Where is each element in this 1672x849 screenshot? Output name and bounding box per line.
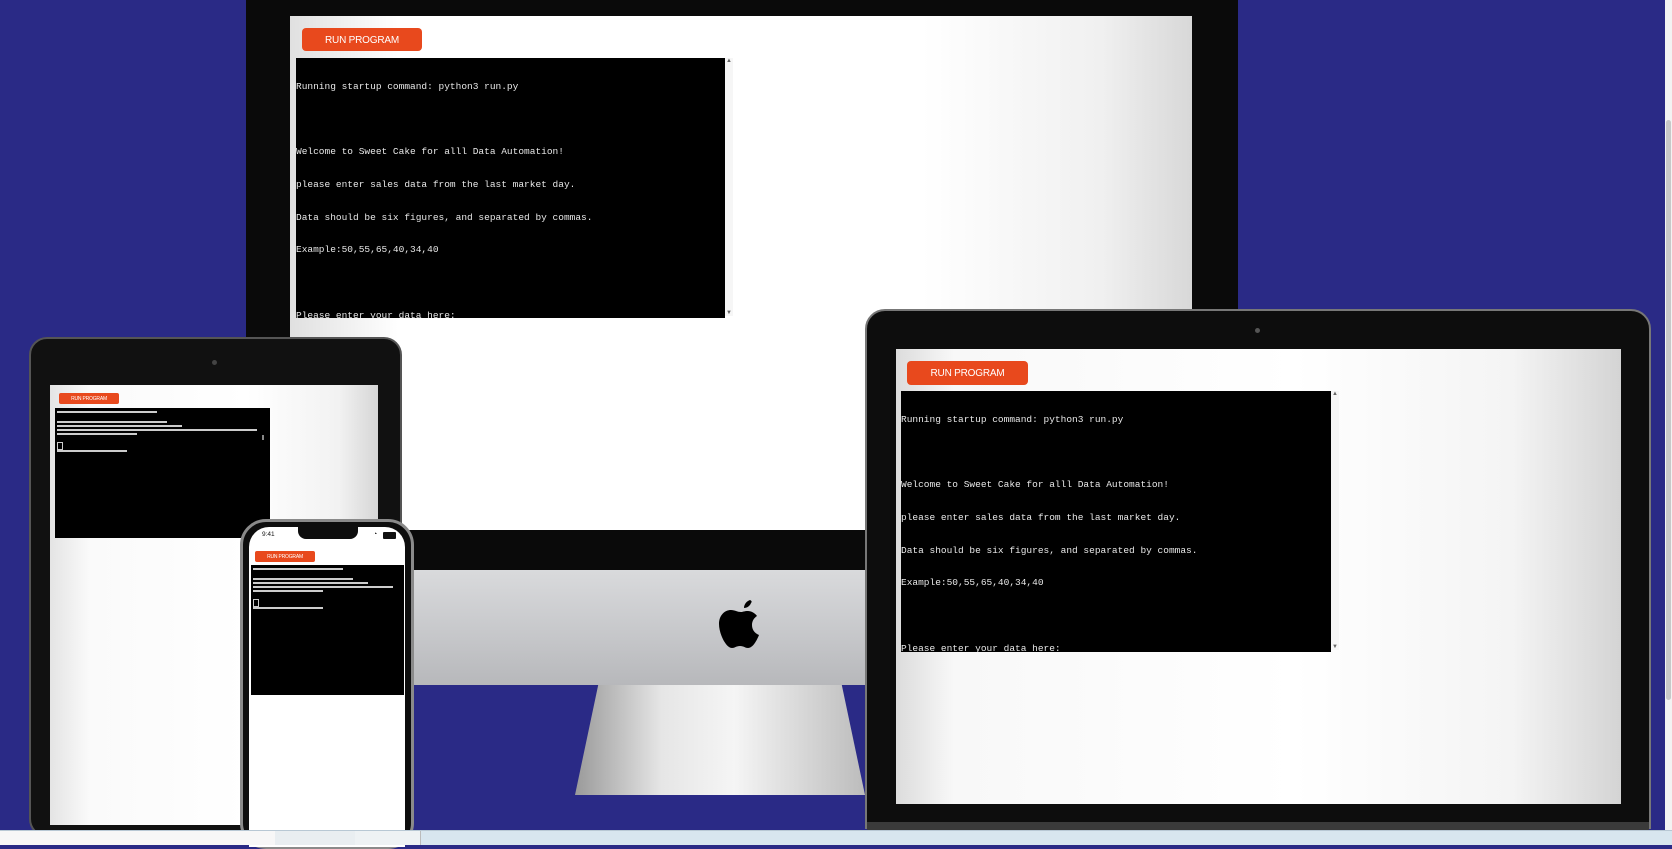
phone-time: 9:41 — [262, 531, 275, 538]
terminal-line: Example:50,55,65,40,34,40 — [296, 244, 439, 256]
terminal-desktop[interactable]: Running startup command: python3 run.py … — [296, 58, 725, 318]
bottom-bar-segment — [275, 831, 356, 845]
terminal-line: Running startup command: python3 run.py — [296, 81, 519, 92]
phone-notch — [298, 527, 358, 539]
bottom-bar-segment — [355, 831, 421, 845]
run-program-button-laptop[interactable]: RUN PROGRAM — [907, 361, 1028, 385]
terminal-line: please enter sales data from the last ma… — [296, 179, 576, 191]
run-program-button[interactable]: RUN PROGRAM — [302, 28, 422, 51]
terminal-line: Please enter your data here: — [901, 642, 1061, 652]
wifi-icon: ◔ — [373, 531, 378, 538]
tablet-scrollbar — [262, 435, 264, 440]
scroll-up-icon[interactable]: ▲ — [1331, 391, 1339, 397]
laptop-base — [867, 822, 1649, 830]
scroll-down-icon[interactable]: ▼ — [1331, 644, 1339, 650]
terminal-scrollbar[interactable]: ▲ ▼ — [725, 58, 733, 316]
apple-logo-icon — [716, 592, 766, 652]
terminal-tablet — [55, 408, 270, 538]
scroll-up-icon[interactable]: ▲ — [725, 58, 733, 64]
bottom-bar-segment — [0, 831, 276, 845]
desktop-stand — [575, 685, 865, 795]
page-scrollbar-thumb[interactable] — [1666, 120, 1671, 700]
page-scrollbar[interactable] — [1665, 0, 1672, 830]
terminal-line: Data should be six figures, and separate… — [901, 544, 1198, 556]
terminal-laptop[interactable]: Running startup command: python3 run.py … — [901, 391, 1331, 652]
terminal-line: please enter sales data from the last ma… — [901, 512, 1181, 524]
bottom-bar — [0, 830, 1672, 845]
terminal-line: Welcome to Sweet Cake for alll Data Auto… — [296, 146, 564, 158]
terminal-line: Running startup command: python3 run.py — [901, 414, 1124, 425]
run-program-button-phone[interactable]: RUN PROGRAM — [255, 551, 315, 562]
terminal-line: Please enter your data here: — [296, 309, 456, 318]
scroll-down-icon[interactable]: ▼ — [725, 310, 733, 316]
terminal-line: Example:50,55,65,40,34,40 — [901, 577, 1044, 589]
camera-icon — [212, 360, 217, 365]
terminal-phone — [251, 565, 404, 695]
camera-icon — [1255, 328, 1260, 333]
terminal-line: Data should be six figures, and separate… — [296, 211, 593, 223]
run-program-button-tablet[interactable]: RUN PROGRAM — [59, 393, 119, 404]
terminal-line: Welcome to Sweet Cake for alll Data Auto… — [901, 479, 1169, 491]
terminal-scrollbar-laptop[interactable]: ▲ ▼ — [1331, 391, 1339, 650]
battery-icon — [383, 532, 396, 539]
